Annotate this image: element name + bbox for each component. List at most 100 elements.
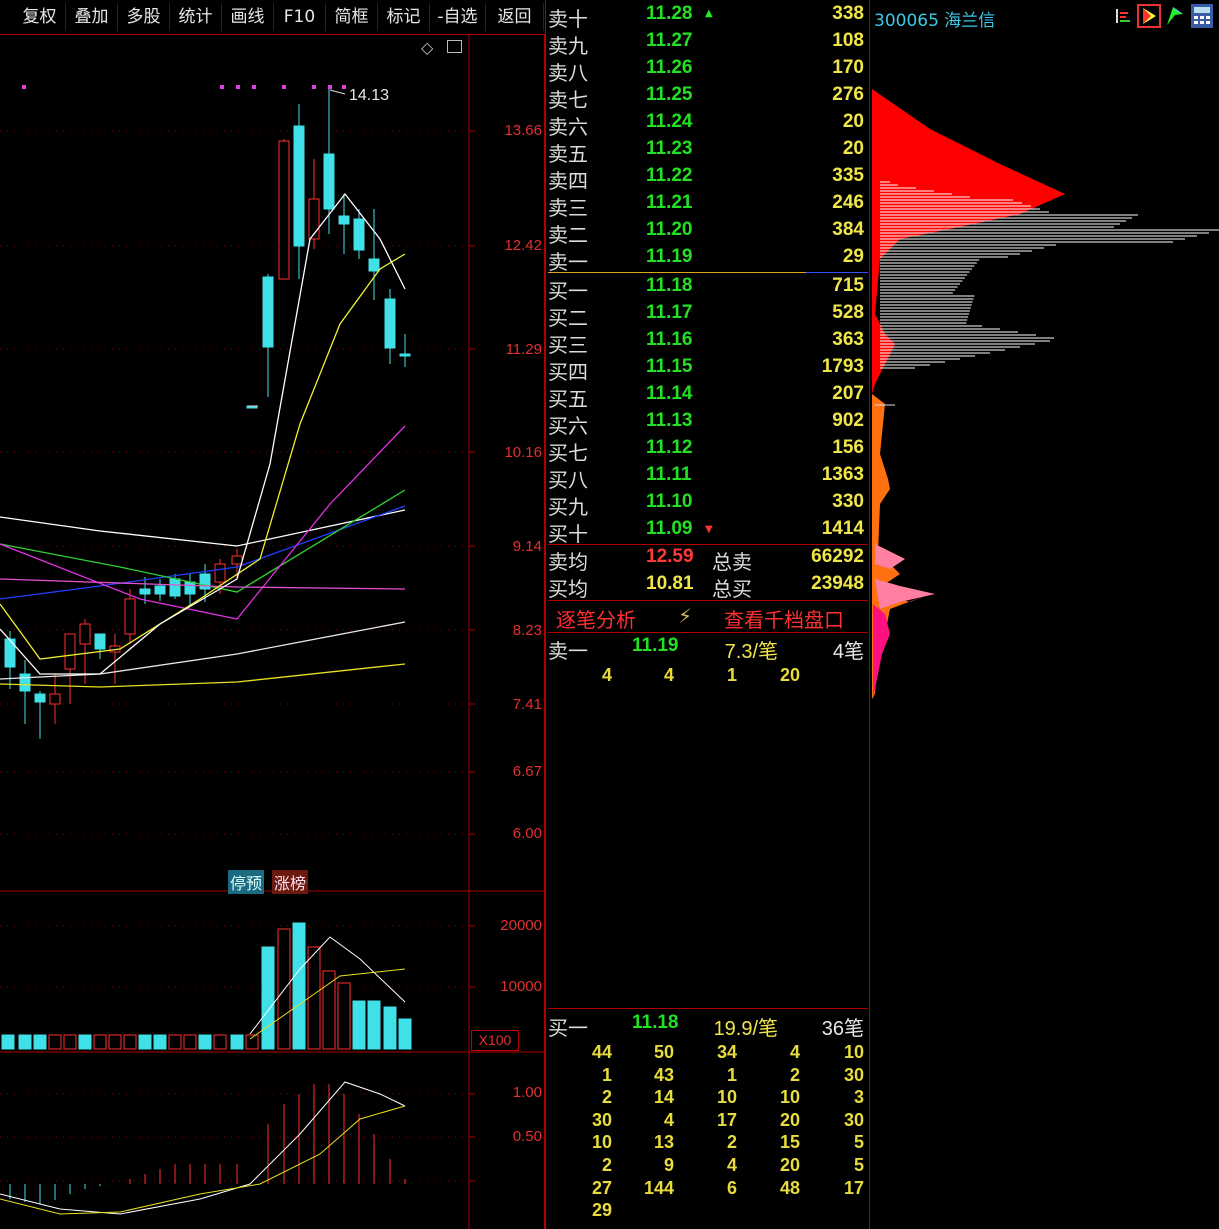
buy-level-row[interactable]: 买五 11.14 207 [548,383,866,411]
queue-order-size: 30 [591,1109,612,1130]
lightning-icon: ⚡ [678,604,693,628]
toolbar-button-1[interactable]: 叠加 [66,3,118,31]
queue-order-size: 50 [653,1042,674,1062]
queue-order-size: 43 [653,1064,674,1085]
toolbar-button-2[interactable]: 多股 [118,3,170,31]
candle-body [154,585,166,595]
signal-dot [342,85,346,89]
signal-dot [328,85,332,89]
buy-level-row[interactable]: 买二 11.17 528 [548,302,866,330]
tag-rise-rank[interactable]: 涨榜 [272,870,309,894]
queue-order-size: 5 [853,1132,864,1153]
avg-sell-row: 卖均 12.59 总卖 66292 [548,546,866,574]
candle-body [338,215,350,225]
buy-level-row[interactable]: 买一 11.18 715 [548,275,866,303]
toolbar-button-4[interactable]: 画线 [222,3,274,31]
queue-order-size: 15 [779,1132,800,1153]
queue-order-size: 13 [653,1132,674,1153]
queue-order-size: 10 [716,1087,737,1108]
buy-queue-price: 11.18 [632,1012,679,1033]
toolbar-button-7[interactable]: 标记 [378,3,430,31]
buy-level-row[interactable]: 买三 11.16 363 [548,329,866,357]
sell-level-row[interactable]: 卖八 11.26 170 [548,57,866,85]
level-price: 11.20 [646,219,693,240]
buy-queue-per: 19.9/笔 [713,1018,778,1040]
queue-order-size: 20 [779,665,800,685]
candle-body [184,581,196,595]
spread-line [806,272,868,273]
toolbar-button-3[interactable]: 统计 [170,3,222,31]
level-price: 11.13 [646,410,693,431]
queue-order-size: 27 [591,1177,612,1198]
buy-level-row[interactable]: 买四 11.15 1793 [548,356,866,384]
flag-icon[interactable] [1137,4,1161,28]
candle-body [384,298,396,349]
level-price: 11.17 [646,302,693,323]
toolbar-button-9[interactable]: 返回 [486,3,544,31]
diamond-icon[interactable]: ◇ [421,38,433,57]
volume-bar [33,1034,47,1050]
avg-sell-price: 12.59 [646,546,694,567]
price-axis-label-3: 10.16 [504,444,542,461]
queue-order-size: 14 [653,1087,674,1108]
calculator-icon[interactable] [1191,4,1213,28]
tag-suspend-forecast[interactable]: 停预 [228,870,265,894]
sell-level-row[interactable]: 卖四 11.22 335 [548,165,866,193]
buy-level-row[interactable]: 买六 11.13 902 [548,410,866,438]
sell-level-row[interactable]: 卖一 11.19 29 [548,246,866,274]
queue-order-size: 29 [591,1200,612,1221]
toolbar-button-6[interactable]: 简框 [326,3,378,31]
level-label: 卖四 [548,169,588,193]
level-volume: 384 [832,219,864,240]
volume-bar [322,970,336,1050]
level-label: 买五 [548,387,588,411]
macd-axis-1: 1.00 [512,1084,542,1101]
section-divider [548,1008,868,1009]
level-price: 11.11 [646,464,692,485]
level-price: 11.26 [646,57,693,78]
sell-level-row[interactable]: 卖七 11.25 276 [548,84,866,112]
volume-bar [213,1034,227,1050]
sell-queue-label: 卖一 [548,639,588,663]
stock-code-name: 300065 海兰信 [874,11,996,31]
candle-body [169,578,181,597]
candle-body [353,218,365,251]
level-label: 卖五 [548,142,588,166]
queue-order-size: 2 [601,1155,612,1175]
volume-bar [153,1034,167,1050]
view-depth-link[interactable]: 查看千档盘口 [724,604,844,633]
toolbar-button-0[interactable]: 复权 [14,3,66,31]
level-label: 卖二 [548,223,588,247]
volume-bar [48,1034,62,1050]
level-label: 卖六 [548,115,588,139]
sell-level-row[interactable]: 卖二 11.20 384 [548,219,866,247]
queue-order-size: 20 [779,1109,800,1130]
buy-level-row[interactable]: 买九 11.10 330 [548,491,866,519]
signal-dot [282,85,286,89]
queue-order-size: 2 [789,1064,800,1085]
volume-bar [307,946,321,1050]
trade-analysis-link[interactable]: 逐笔分析 [556,604,636,633]
sell-level-row[interactable]: 卖六 11.24 20 [548,111,866,139]
sell-level-row[interactable]: 卖五 11.23 20 [548,138,866,166]
volume-bar [93,1034,107,1050]
sell-level-row[interactable]: 卖九 11.27 108 [548,30,866,58]
queue-order-size: 3 [853,1087,864,1108]
level-price: 11.19 [646,246,693,267]
buy-level-row[interactable]: 买八 11.11 1363 [548,464,866,492]
candle-body [214,563,226,583]
level-label: 买八 [548,468,588,492]
sell-level-row[interactable]: 卖三 11.21 246 [548,192,866,220]
level-volume: 1363 [821,464,864,485]
arrow-icon[interactable] [1165,5,1185,31]
volume-unit-label: X100 [471,1030,519,1051]
toolbar-button-8[interactable]: -自选 [430,3,486,31]
bars-icon[interactable] [1114,6,1132,26]
queue-order-size: 17 [843,1177,864,1198]
level-price: 11.14 [646,383,693,404]
volume-bar [138,1034,152,1050]
panel-toggle-icon[interactable] [447,40,462,53]
buy-level-row[interactable]: 买七 11.12 156 [548,437,866,465]
toolbar-button-5[interactable]: F10 [274,3,326,31]
level-label: 卖九 [548,34,588,58]
